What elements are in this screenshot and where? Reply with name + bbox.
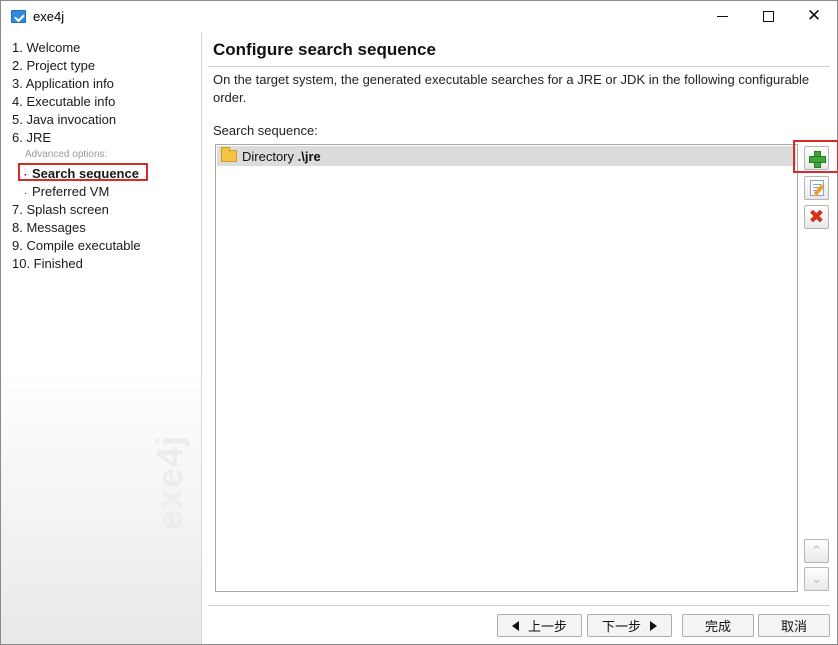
maximize-button[interactable] — [745, 1, 791, 32]
triangle-right-icon — [650, 620, 657, 631]
edit-entry-button[interactable] — [804, 176, 829, 200]
folder-icon — [221, 147, 237, 162]
back-label: 上一步 — [527, 619, 567, 634]
header-divider — [208, 66, 830, 67]
title-bar[interactable]: exe4j ✕ — [1, 1, 837, 32]
close-icon: ✕ — [806, 6, 822, 26]
close-button[interactable]: ✕ — [791, 1, 837, 32]
entry-path: .\jre — [297, 149, 321, 164]
nav-step-splash-screen[interactable]: 7. Splash screen — [12, 202, 109, 217]
nav-step-jre[interactable]: 6. JRE — [12, 130, 51, 145]
nav-step-project-type[interactable]: 2. Project type — [12, 58, 95, 73]
list-item[interactable]: Directory .\jre — [217, 146, 796, 166]
window-title: exe4j — [33, 9, 65, 24]
chevron-down-icon: ⌄ — [811, 571, 822, 587]
delete-icon: ✖ — [808, 205, 825, 228]
back-button[interactable]: 上一步 — [497, 614, 582, 637]
footer-divider — [208, 605, 830, 606]
cancel-label: 取消 — [780, 619, 807, 634]
triangle-left-icon — [511, 620, 519, 631]
next-button[interactable]: 下一步 — [587, 614, 672, 637]
exe4j-app-icon — [11, 10, 26, 23]
maximize-icon — [762, 11, 774, 22]
minimize-icon — [716, 16, 728, 17]
entry-kind: Directory — [242, 149, 295, 164]
nav-step-application-info[interactable]: 3. Application info — [12, 76, 114, 91]
minimize-button[interactable] — [699, 1, 745, 32]
search-sequence-list[interactable]: Directory .\jre — [215, 144, 798, 592]
nav-step-messages[interactable]: 8. Messages — [12, 220, 86, 235]
add-button-highlight — [793, 140, 838, 173]
nav-sub-preferred-vm[interactable]: · Preferred VM — [24, 184, 109, 199]
search-sequence-label: Search sequence: — [213, 123, 318, 138]
finish-button[interactable]: 完成 — [682, 614, 754, 637]
nav-step-welcome[interactable]: 1. Welcome — [12, 40, 80, 55]
delete-entry-button[interactable]: ✖ — [804, 205, 829, 229]
advanced-options-label: Advanced options: — [25, 149, 108, 160]
edit-icon — [809, 180, 824, 196]
list-item-text: Directory .\jre — [242, 149, 321, 164]
bullet: · — [24, 188, 28, 199]
move-down-button[interactable]: ⌄ — [804, 567, 829, 591]
chevron-up-icon: ⌃ — [811, 543, 822, 559]
exe4j-watermark: exe4j — [149, 434, 190, 530]
nav-step-compile-executable[interactable]: 9. Compile executable — [12, 238, 141, 253]
nav-step-java-invocation[interactable]: 5. Java invocation — [12, 112, 116, 127]
page-title: Configure search sequence — [213, 40, 436, 59]
page-description: On the target system, the generated exec… — [213, 72, 810, 105]
nav-sub-label: Preferred VM — [32, 184, 110, 199]
search-sequence-highlight — [18, 163, 148, 181]
cancel-button[interactable]: 取消 — [758, 614, 830, 637]
finish-label: 完成 — [704, 619, 731, 634]
wizard-step-sidebar: 1. Welcome 2. Project type 3. Applicatio… — [1, 32, 202, 644]
next-label: 下一步 — [601, 619, 641, 634]
nav-step-finished[interactable]: 10. Finished — [12, 256, 83, 271]
move-up-button[interactable]: ⌃ — [804, 539, 829, 563]
exe4j-window: exe4j ✕ 1. Welcome 2. Project type 3. Ap… — [0, 0, 838, 645]
nav-step-executable-info[interactable]: 4. Executable info — [12, 94, 115, 109]
